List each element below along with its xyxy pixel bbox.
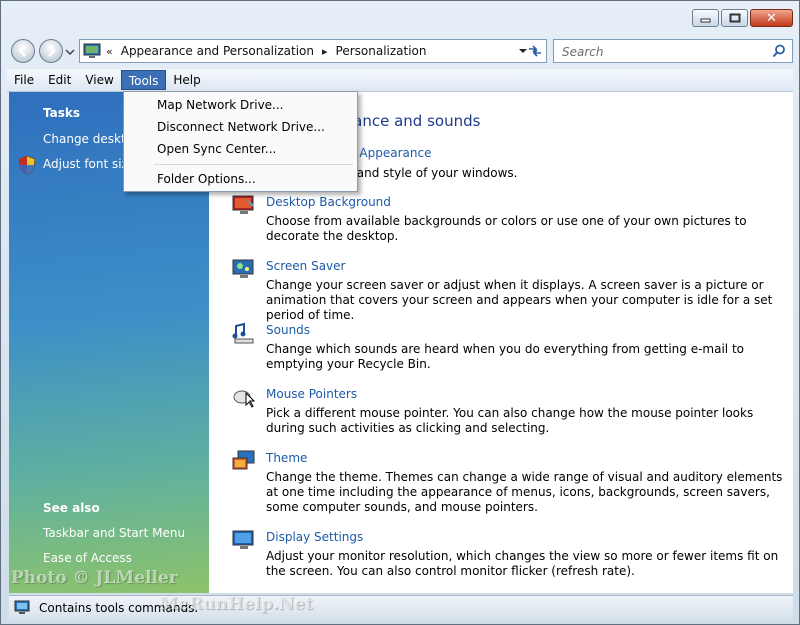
display-settings-link[interactable]: Display Settings <box>266 530 363 544</box>
menu-edit[interactable]: Edit <box>41 70 78 90</box>
sounds-icon <box>232 322 254 344</box>
minimize-icon <box>700 18 710 23</box>
tasks-heading: Tasks <box>43 106 81 120</box>
status-computer-icon <box>14 600 30 614</box>
screen-saver-link[interactable]: Screen Saver <box>266 259 345 273</box>
search-input[interactable] <box>560 41 764 63</box>
address-bar[interactable]: « Appearance and Personalization ▸ Perso… <box>79 39 547 63</box>
menu-view[interactable]: View <box>78 70 120 90</box>
theme-link[interactable]: Theme <box>266 451 307 465</box>
refresh-icon[interactable] <box>526 43 544 59</box>
screen-saver-desc: Change your screen saver or adjust when … <box>266 278 773 322</box>
address-overflow-icon[interactable]: « <box>106 45 113 58</box>
caption-buttons: ✕ <box>692 9 793 27</box>
task-adjust-font-size[interactable]: Adjust font size <box>43 157 135 171</box>
theme-desc: Change the theme. Themes can change a wi… <box>266 470 783 514</box>
sounds-link[interactable]: Sounds <box>266 323 310 337</box>
menu-item-map-network-drive[interactable]: Map Network Drive... <box>157 98 284 112</box>
forward-button[interactable] <box>39 39 63 63</box>
display-settings-desc: Adjust your monitor resolution, which ch… <box>266 549 779 578</box>
menu-help[interactable]: Help <box>166 70 207 90</box>
mouse-pointers-link[interactable]: Mouse Pointers <box>266 387 357 401</box>
explorer-window: ✕ « Appearance and Personalization ▸ Per… <box>0 0 800 625</box>
title-bar: ✕ <box>1 1 799 33</box>
search-box <box>553 39 793 63</box>
theme-icon <box>232 450 255 470</box>
desktop-background-desc: Choose from available backgrounds or col… <box>266 214 747 243</box>
close-button[interactable]: ✕ <box>750 9 793 27</box>
status-bar: Contains tools commands. <box>9 595 793 620</box>
display-settings-icon <box>232 530 254 549</box>
menu-separator <box>154 164 353 165</box>
close-icon: ✕ <box>766 10 777 26</box>
task-change-desktop-icons[interactable]: Change deskto <box>43 132 133 146</box>
window-color-desc: r and style of your windows. <box>348 166 518 180</box>
sounds-desc: Change which sounds are heard when you d… <box>266 342 744 371</box>
mouse-pointers-desc: Pick a different mouse pointer. You can … <box>266 406 754 435</box>
uac-shield-icon <box>18 155 36 175</box>
breadcrumb-personalization[interactable]: Personalization <box>336 44 427 58</box>
menu-item-folder-options[interactable]: Folder Options... <box>157 172 256 186</box>
back-button[interactable] <box>11 39 35 63</box>
menu-item-disconnect-network-drive[interactable]: Disconnect Network Drive... <box>157 120 325 134</box>
see-also-heading: See also <box>43 501 100 515</box>
back-arrow-icon <box>18 45 26 57</box>
personalization-icon <box>83 43 101 58</box>
see-also-ease-of-access[interactable]: Ease of Access <box>43 551 132 565</box>
screen-saver-icon <box>232 259 254 278</box>
minimize-button[interactable] <box>692 9 719 27</box>
breadcrumb-appearance-and-personalization[interactable]: Appearance and Personalization <box>121 44 314 58</box>
navigation-bar: « Appearance and Personalization ▸ Perso… <box>1 35 799 67</box>
forward-arrow-icon <box>48 45 56 57</box>
menu-bar: File Edit View Tools Help <box>7 69 793 92</box>
see-also-taskbar-and-start-menu[interactable]: Taskbar and Start Menu <box>43 526 185 540</box>
site-watermark: MeRunHelp.Net <box>159 594 313 614</box>
search-icon[interactable] <box>772 44 786 58</box>
photo-watermark: Photo © JLMeller <box>11 568 178 588</box>
desktop-background-icon <box>232 195 254 214</box>
menu-tools[interactable]: Tools <box>120 70 167 90</box>
menu-file[interactable]: File <box>7 70 41 90</box>
maximize-icon <box>729 13 740 23</box>
breadcrumb-separator-icon[interactable]: ▸ <box>322 45 328 58</box>
tools-menu-dropdown: Map Network Drive... Disconnect Network … <box>123 91 358 192</box>
window-color-and-appearance-link[interactable]: d Appearance <box>348 146 431 160</box>
recent-pages-chevron-icon[interactable] <box>65 48 75 56</box>
desktop-background-link[interactable]: Desktop Background <box>266 195 391 209</box>
menu-item-open-sync-center[interactable]: Open Sync Center... <box>157 142 276 156</box>
mouse-icon <box>233 390 256 408</box>
maximize-button[interactable] <box>721 9 748 27</box>
page-heading: rance and sounds <box>347 112 481 130</box>
